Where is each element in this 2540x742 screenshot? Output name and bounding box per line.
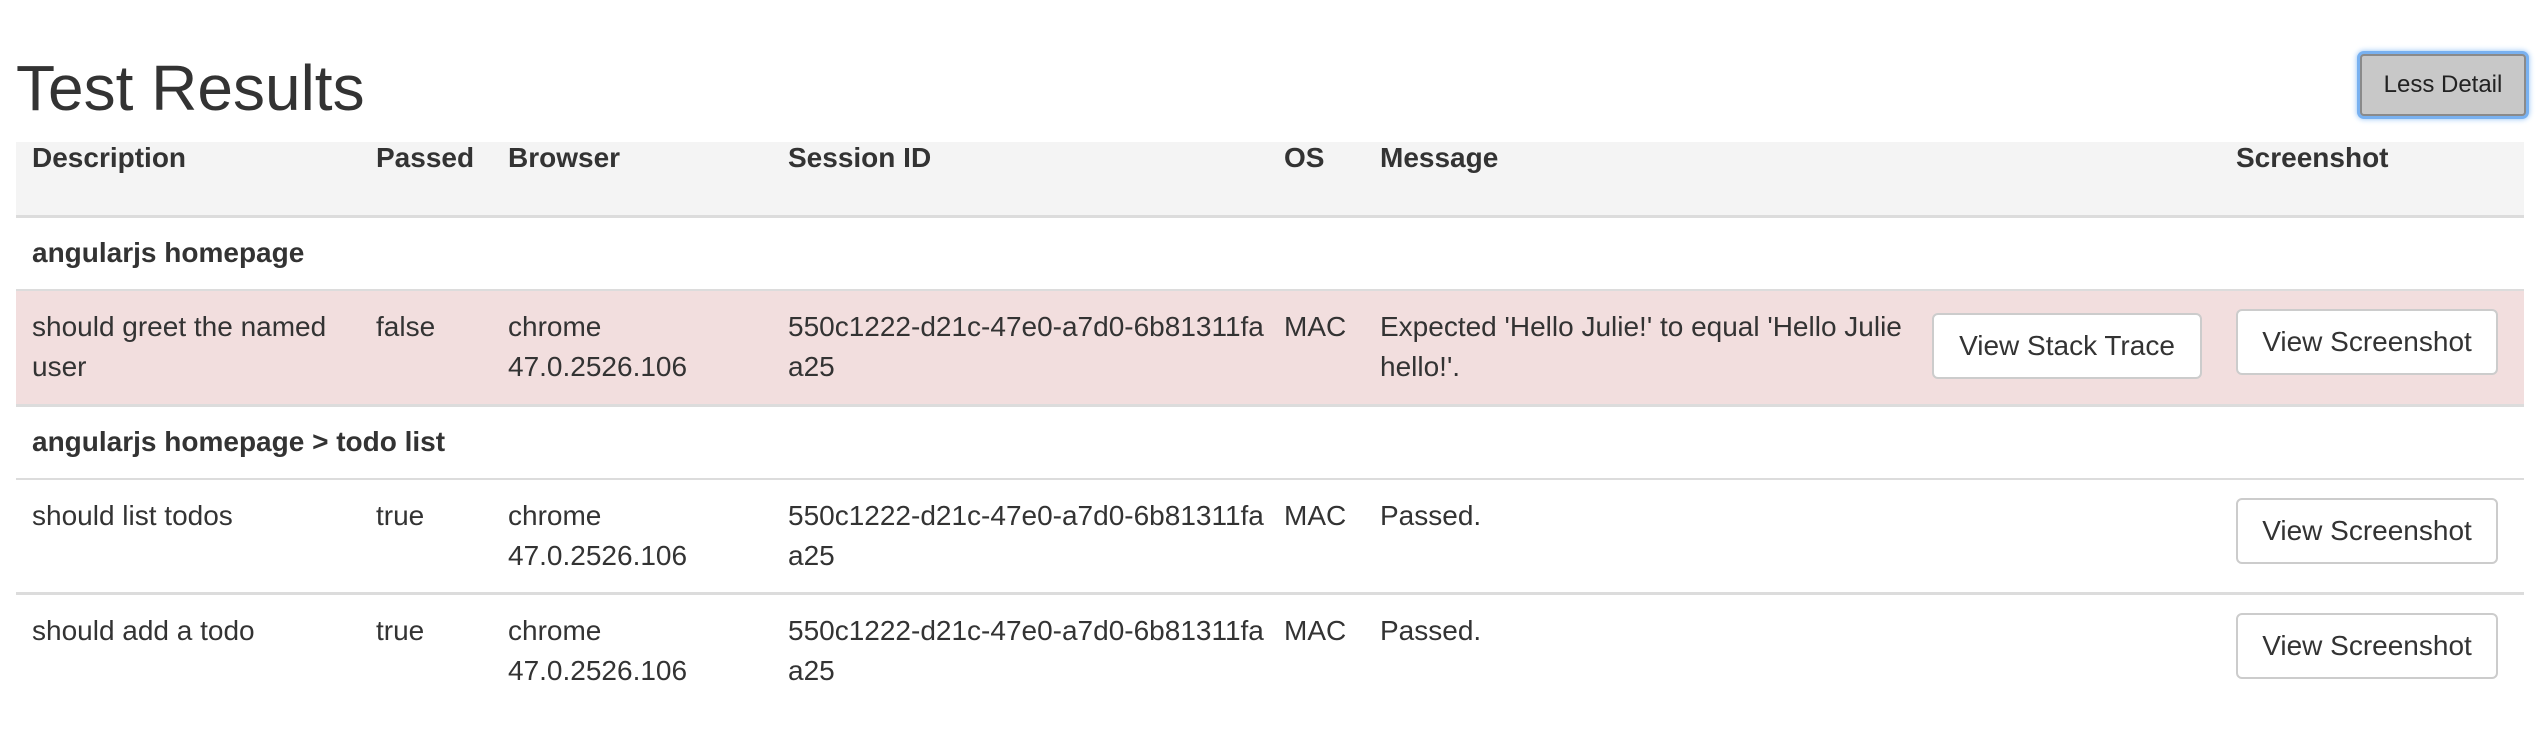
row-screenshot-cell: View Screenshot [2236, 593, 2524, 707]
row-os: MAC [1284, 311, 1347, 342]
row-browser: chrome 47.0.2526.106 [508, 311, 688, 382]
row-description: should list todos [32, 500, 233, 531]
row-os: MAC [1284, 500, 1347, 531]
header-browser: Browser [508, 142, 621, 173]
table-row: should list todos true chrome 47.0.2526.… [16, 479, 2524, 593]
header-passed: Passed [376, 142, 475, 173]
row-message-cell: Passed. [1364, 479, 2236, 593]
row-session-id: 550c1222-d21c-47e0-a7d0-6b81311faa25 [788, 500, 1264, 571]
row-passed: true [376, 500, 425, 531]
row-description: should greet the named user [32, 311, 327, 382]
results-table: Description Passed Browser Session ID OS… [16, 142, 2524, 707]
view-screenshot-button[interactable]: View Screenshot [2236, 309, 2498, 375]
row-passed: true [376, 614, 425, 646]
row-message: Expected 'Hello Julie!' to equal 'Hello … [1380, 311, 1902, 382]
row-message: Passed. [1380, 500, 1482, 531]
group-name: angularjs homepage [32, 237, 305, 269]
group-name: angularjs homepage > todo list [32, 426, 446, 458]
row-screenshot-cell: View Screenshot [2236, 290, 2524, 405]
row-os: MAC [1284, 614, 1347, 646]
row-screenshot-cell: View Screenshot [2236, 479, 2524, 593]
header-session-id: Session ID [788, 142, 932, 173]
view-screenshot-button[interactable]: View Screenshot [2236, 612, 2498, 679]
group-row: angularjs homepage [16, 216, 2524, 290]
header-message: Message [1380, 142, 1499, 173]
table-row: should greet the named user false chrome… [16, 290, 2524, 405]
row-browser: chrome 47.0.2526.106 [508, 500, 688, 571]
row-message-cell: Expected 'Hello Julie!' to equal 'Hello … [1364, 290, 2236, 405]
row-passed: false [376, 311, 436, 342]
row-message-cell: Passed. [1364, 593, 2236, 707]
view-stack-trace-button[interactable]: View Stack Trace [1932, 313, 2202, 379]
test-results-page: Test Results Less Detail Description Pas… [0, 0, 2540, 742]
row-browser: chrome 47.0.2526.106 [508, 614, 688, 686]
view-screenshot-button[interactable]: View Screenshot [2236, 498, 2498, 564]
row-description: should add a todo [32, 614, 255, 646]
less-detail-button[interactable]: Less Detail [2360, 54, 2526, 116]
row-session-id: 550c1222-d21c-47e0-a7d0-6b81311faa25 [788, 311, 1264, 382]
header-screenshot: Screenshot [2236, 142, 2389, 173]
group-row: angularjs homepage > todo list [16, 405, 2524, 479]
page-title: Test Results [16, 52, 365, 124]
header-description: Description [32, 142, 187, 173]
row-session-id: 550c1222-d21c-47e0-a7d0-6b81311faa25 [788, 614, 1264, 686]
row-message: Passed. [1380, 614, 1482, 646]
table-row: should add a todo true chrome 47.0.2526.… [16, 593, 2524, 707]
table-header-row: Description Passed Browser Session ID OS… [16, 142, 2524, 216]
header-os: OS [1284, 142, 1325, 173]
